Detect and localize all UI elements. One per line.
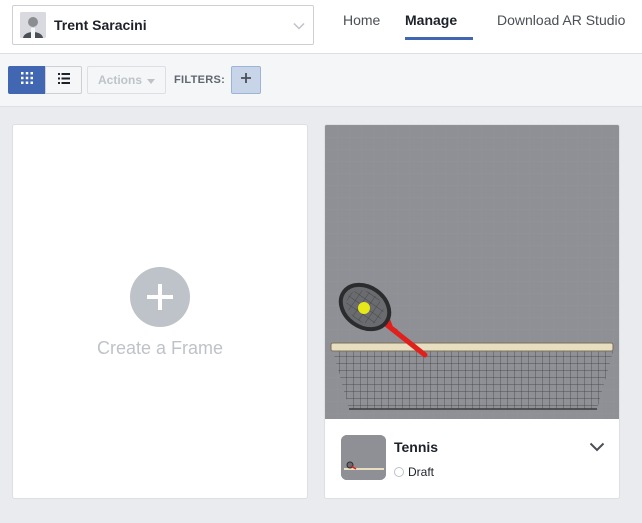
create-frame-label: Create a Frame xyxy=(96,338,224,358)
frame-title[interactable]: Tennis xyxy=(394,439,438,455)
top-bar: Trent Saracini Home Manage Download AR S… xyxy=(0,0,642,54)
nav-home[interactable]: Home xyxy=(343,0,380,54)
list-view-button[interactable] xyxy=(45,66,82,94)
avatar xyxy=(20,12,46,38)
nav-download-label: Download AR Studio xyxy=(497,12,626,28)
account-selector[interactable]: Trent Saracini xyxy=(12,5,314,45)
frame-card[interactable]: Tennis Draft xyxy=(324,124,620,499)
frame-status: Draft xyxy=(394,465,434,479)
frame-footer: Tennis Draft xyxy=(325,419,619,498)
frame-preview-image[interactable] xyxy=(325,125,619,419)
add-filter-button[interactable] xyxy=(231,66,261,94)
grid-view-icon xyxy=(20,71,33,89)
grid-view-button[interactable] xyxy=(8,66,45,94)
chevron-down-icon xyxy=(589,439,605,456)
filters-label: FILTERS: xyxy=(174,74,226,86)
actions-dropdown[interactable]: Actions xyxy=(87,66,166,94)
list-view-icon xyxy=(57,71,70,89)
nav-manage[interactable]: Manage xyxy=(405,0,473,54)
frame-status-label: Draft xyxy=(408,465,435,479)
nav-manage-label: Manage xyxy=(405,12,458,28)
nav-download-ar-studio[interactable]: Download AR Studio xyxy=(497,0,625,54)
frame-options-button[interactable] xyxy=(589,439,605,457)
account-name: Trent Saracini xyxy=(54,17,147,33)
actions-label: Actions xyxy=(97,73,142,87)
toolbar: Actions FILTERS: xyxy=(0,54,642,107)
active-tab-indicator xyxy=(405,37,473,40)
status-circle-icon xyxy=(394,467,404,477)
create-frame-card[interactable]: Create a Frame xyxy=(12,124,308,499)
nav-home-label: Home xyxy=(343,12,381,28)
chevron-down-icon xyxy=(293,19,305,37)
plus-circle-icon xyxy=(130,267,190,327)
caret-down-icon xyxy=(147,73,155,87)
frame-thumbnail xyxy=(341,435,386,480)
plus-icon xyxy=(240,71,252,89)
